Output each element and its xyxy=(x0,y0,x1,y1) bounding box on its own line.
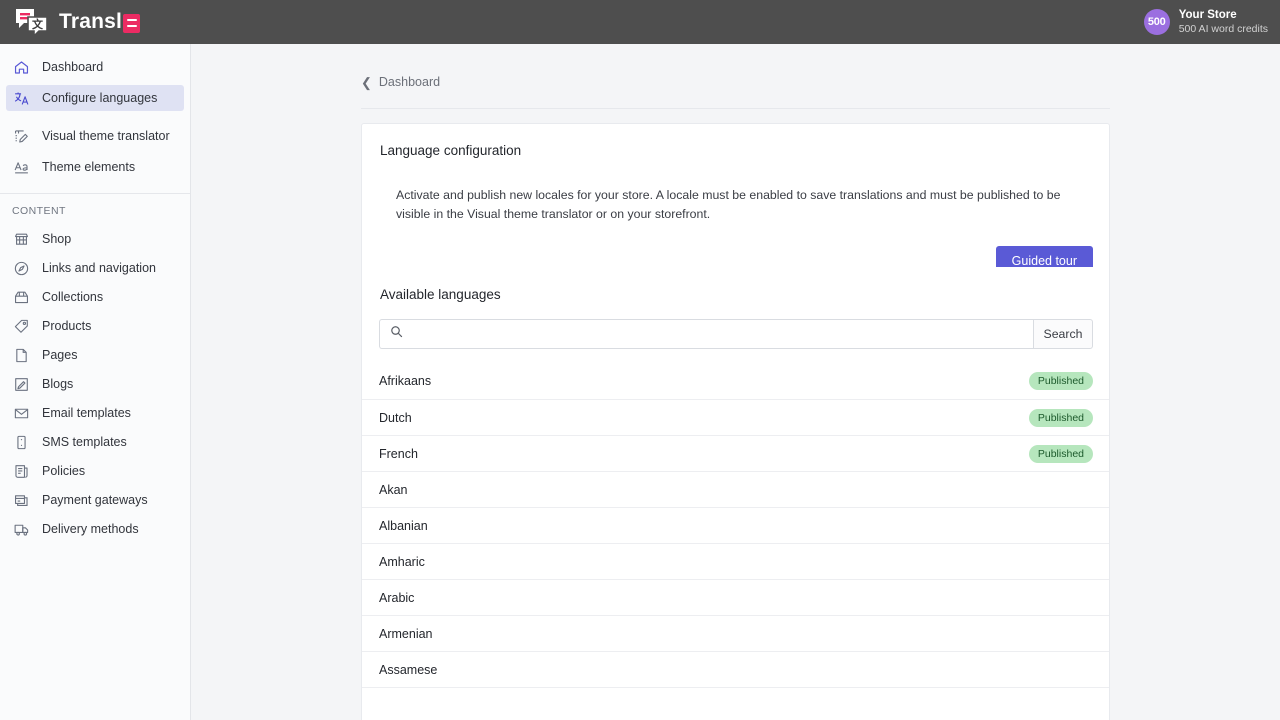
app-logo[interactable]: 文 Transl xyxy=(14,7,140,37)
table-row[interactable]: Akan xyxy=(362,471,1109,507)
sidebar-item-payment-gateways[interactable]: Payment gateways xyxy=(6,487,184,513)
page-icon xyxy=(12,346,30,364)
sidebar-item-label: Pages xyxy=(42,348,77,362)
app-title-text: Transl xyxy=(59,10,122,34)
header-divider xyxy=(361,108,1110,109)
table-row[interactable]: Armenian xyxy=(362,615,1109,651)
sidebar-item-label: Shop xyxy=(42,232,71,246)
collection-icon xyxy=(12,288,30,306)
sidebar-item-configure-languages[interactable]: Configure languages xyxy=(6,85,184,111)
table-row[interactable] xyxy=(362,687,1109,720)
available-languages-card: Available languages Search Afrikaans Pub… xyxy=(361,267,1110,720)
language-name: Arabic xyxy=(379,591,414,605)
sidebar-divider xyxy=(0,193,190,194)
breadcrumb-label: Dashboard xyxy=(379,75,440,89)
sidebar-item-label: Payment gateways xyxy=(42,493,148,507)
sidebar-item-email-templates[interactable]: Email templates xyxy=(6,400,184,426)
envelope-icon xyxy=(12,404,30,422)
language-name: Afrikaans xyxy=(379,374,431,388)
compass-icon xyxy=(12,259,30,277)
language-name: Akan xyxy=(379,483,408,497)
blog-edit-icon xyxy=(12,375,30,393)
sidebar-item-label: Dashboard xyxy=(42,60,103,74)
sidebar-item-shop[interactable]: Shop xyxy=(6,226,184,252)
sidebar-item-label: Visual theme translator xyxy=(42,129,170,143)
sidebar-item-delivery-methods[interactable]: Delivery methods xyxy=(6,516,184,542)
edit-layout-icon xyxy=(12,127,30,145)
status-badge: Published xyxy=(1029,409,1093,427)
truck-icon xyxy=(12,520,30,538)
tag-icon xyxy=(12,317,30,335)
sidebar-content-group: Shop Links and navigation Collections xyxy=(0,226,190,542)
search-row: Search xyxy=(379,319,1093,349)
sidebar-gap xyxy=(0,111,190,123)
store-icon xyxy=(12,230,30,248)
sidebar-item-label: Configure languages xyxy=(42,91,157,105)
translate-chat-logo-icon: 文 xyxy=(14,7,50,37)
sidebar-section-content-label: CONTENT xyxy=(0,205,190,217)
sidebar-item-blogs[interactable]: Blogs xyxy=(6,371,184,397)
table-row[interactable]: Amharic xyxy=(362,543,1109,579)
sidebar-item-theme-elements[interactable]: Theme elements xyxy=(6,154,184,180)
config-description: Activate and publish new locales for you… xyxy=(362,158,1109,224)
sidebar-item-label: SMS templates xyxy=(42,435,127,449)
search-icon xyxy=(390,325,403,343)
translate-icon xyxy=(12,89,30,107)
status-badge: Published xyxy=(1029,445,1093,463)
search-button[interactable]: Search xyxy=(1033,319,1093,349)
sidebar: Dashboard Configure languages Visual the… xyxy=(0,44,191,720)
status-badge: Published xyxy=(1029,372,1093,390)
chevron-left-icon: ❮ xyxy=(361,76,372,89)
table-row[interactable]: Arabic xyxy=(362,579,1109,615)
store-credits-label: 500 AI word credits xyxy=(1179,23,1268,36)
sidebar-item-links-and-navigation[interactable]: Links and navigation xyxy=(6,255,184,281)
languages-list: Afrikaans Published Dutch Published Fren… xyxy=(362,363,1109,720)
table-row[interactable]: Afrikaans Published xyxy=(362,363,1109,399)
sidebar-item-label: Policies xyxy=(42,464,85,478)
app-title: Transl xyxy=(59,10,140,34)
language-name: Armenian xyxy=(379,627,433,641)
policy-scroll-icon xyxy=(12,462,30,480)
home-icon xyxy=(12,58,30,76)
sidebar-item-label: Collections xyxy=(42,290,103,304)
sidebar-item-products[interactable]: Products xyxy=(6,313,184,339)
main-content: ❮ Dashboard Language configuration Activ… xyxy=(191,44,1280,720)
sidebar-item-sms-templates[interactable]: SMS templates xyxy=(6,429,184,455)
svg-text:文: 文 xyxy=(32,17,44,31)
sidebar-item-label: Links and navigation xyxy=(42,261,156,275)
language-name: Amharic xyxy=(379,555,425,569)
table-row[interactable]: Dutch Published xyxy=(362,399,1109,435)
typography-icon xyxy=(12,158,30,176)
language-name: Assamese xyxy=(379,663,437,677)
table-row[interactable]: French Published xyxy=(362,435,1109,471)
sidebar-item-label: Products xyxy=(42,319,91,333)
sidebar-item-label: Blogs xyxy=(42,377,73,391)
phone-icon xyxy=(12,433,30,451)
top-bar: 文 Transl 500 Your Store 500 AI word cred… xyxy=(0,0,1280,44)
language-name: Albanian xyxy=(379,519,428,533)
store-name: Your Store xyxy=(1179,8,1268,22)
search-input[interactable] xyxy=(411,320,1023,348)
payment-card-icon xyxy=(12,491,30,509)
breadcrumb[interactable]: ❮ Dashboard xyxy=(361,75,440,89)
sidebar-item-label: Delivery methods xyxy=(42,522,139,536)
available-languages-title: Available languages xyxy=(362,267,1109,302)
language-name: French xyxy=(379,447,418,461)
sidebar-item-dashboard[interactable]: Dashboard xyxy=(6,54,184,80)
language-name: Dutch xyxy=(379,411,412,425)
sidebar-item-label: Email templates xyxy=(42,406,131,420)
credits-badge: 500 xyxy=(1144,9,1170,35)
logo-badge-icon xyxy=(123,14,140,33)
sidebar-item-visual-theme-translator[interactable]: Visual theme translator xyxy=(6,123,184,149)
table-row[interactable]: Assamese xyxy=(362,651,1109,687)
store-account[interactable]: 500 Your Store 500 AI word credits xyxy=(1144,0,1268,44)
table-row[interactable]: Albanian xyxy=(362,507,1109,543)
sidebar-item-policies[interactable]: Policies xyxy=(6,458,184,484)
sidebar-item-collections[interactable]: Collections xyxy=(6,284,184,310)
search-field[interactable] xyxy=(379,319,1033,349)
sidebar-item-pages[interactable]: Pages xyxy=(6,342,184,368)
page-title: Language configuration xyxy=(362,124,1109,158)
sidebar-item-label: Theme elements xyxy=(42,160,135,174)
